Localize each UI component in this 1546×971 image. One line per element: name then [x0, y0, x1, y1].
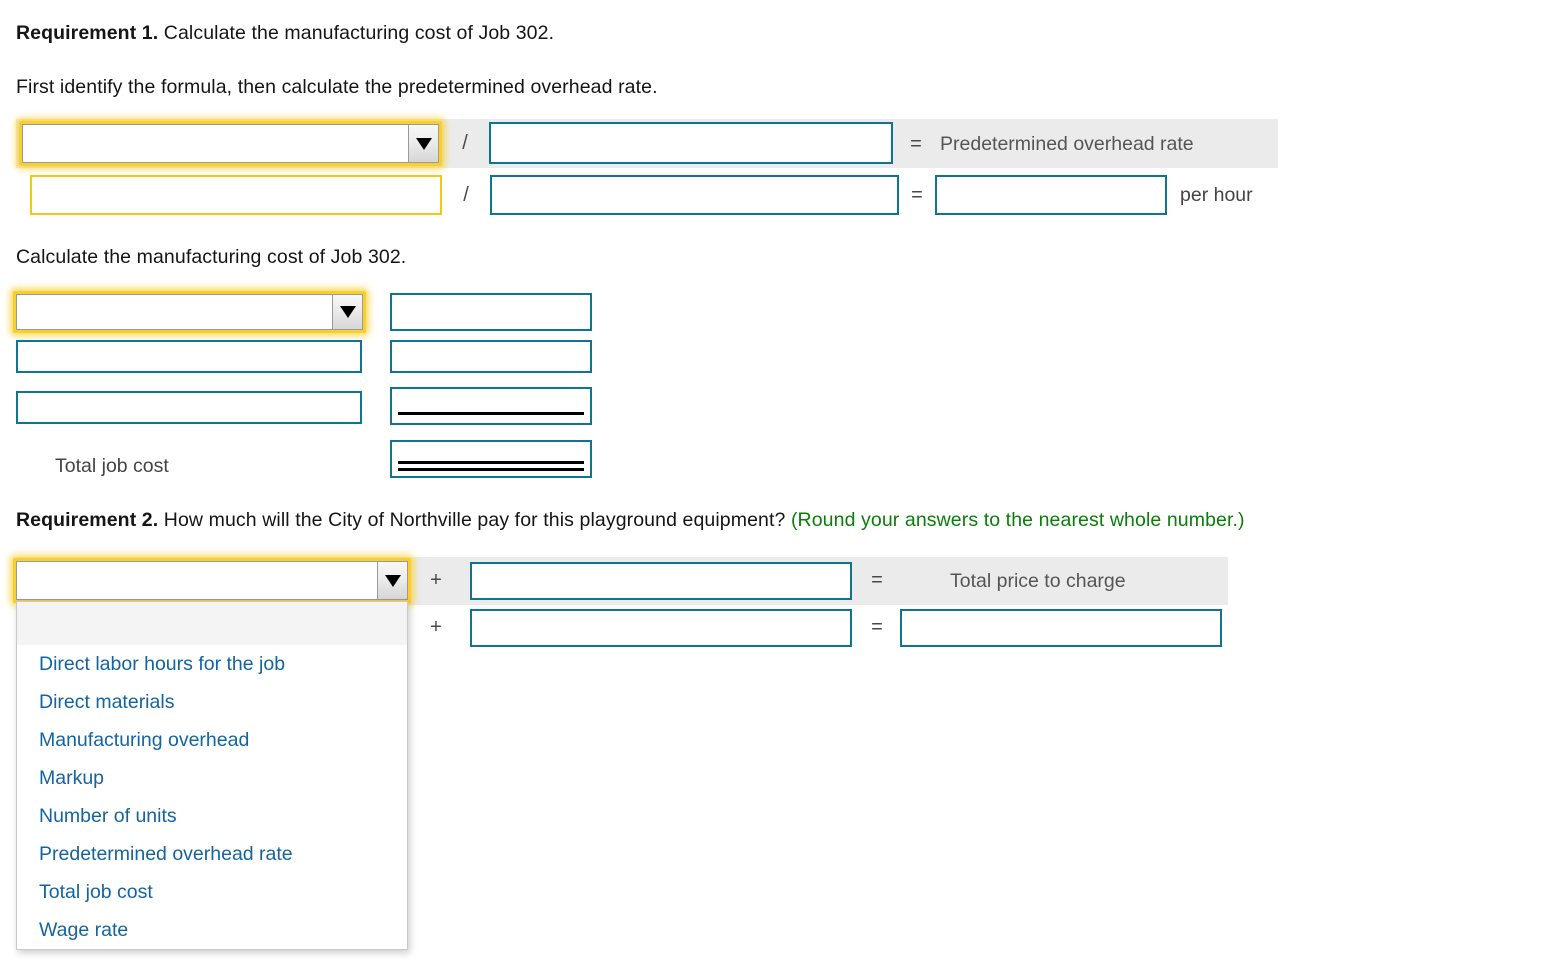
select-body[interactable]	[16, 294, 363, 330]
price-addend-input-row1[interactable]	[470, 562, 852, 600]
total-price-to-charge-label: Total price to charge	[950, 570, 1126, 592]
per-hour-label: per hour	[1180, 184, 1253, 206]
total-job-cost-label: Total job cost	[55, 455, 169, 477]
dropdown-option-manufacturing-overhead[interactable]: Manufacturing overhead	[17, 721, 407, 759]
formula-denominator-input-row1[interactable]	[489, 122, 893, 164]
requirement-1-heading: Requirement 1. Calculate the manufacturi…	[16, 22, 554, 45]
subtotal-rule	[398, 412, 584, 415]
requirement-1-heading-rest: Calculate the manufacturing cost of Job …	[158, 22, 555, 44]
price-addend-input-row2[interactable]	[470, 609, 852, 647]
dropdown-option-direct-labor-hours-for-the-job[interactable]: Direct labor hours for the job	[17, 645, 407, 683]
price-plus-symbol-row1: +	[430, 569, 442, 591]
job-cost-amount-2-input[interactable]	[390, 340, 592, 373]
predetermined-overhead-rate-input[interactable]	[935, 175, 1167, 215]
job-cost-line-1-select[interactable]	[13, 291, 366, 333]
predetermined-overhead-rate-label: Predetermined overhead rate	[940, 133, 1194, 155]
cost-section-instruction: Calculate the manufacturing cost of Job …	[16, 246, 407, 268]
formula-divide-symbol-row2: /	[463, 184, 469, 206]
formula-divide-symbol-row1: /	[462, 132, 468, 154]
job-cost-amount-3-input[interactable]	[390, 387, 592, 425]
chevron-down-icon[interactable]	[408, 125, 438, 162]
formula-equals-symbol-row2: =	[911, 184, 923, 206]
dropdown-option-direct-materials[interactable]: Direct materials	[17, 683, 407, 721]
dropdown-option-blank[interactable]	[17, 602, 407, 645]
requirement-2-heading-rest: How much will the City of Northville pay…	[158, 509, 791, 531]
total-job-cost-input[interactable]	[390, 440, 592, 478]
total-price-to-charge-input[interactable]	[900, 609, 1222, 647]
dropdown-option-wage-rate[interactable]: Wage rate	[17, 911, 407, 949]
job-cost-line-3-input[interactable]	[16, 391, 362, 424]
formula-numerator-input-row2[interactable]	[30, 175, 442, 215]
dropdown-option-markup[interactable]: Markup	[17, 759, 407, 797]
requirement-1-heading-bold: Requirement 1.	[16, 22, 159, 44]
requirement-2-heading-bold: Requirement 2.	[16, 509, 159, 531]
formula-equals-symbol-row1: =	[910, 133, 922, 155]
select-body[interactable]	[22, 124, 439, 163]
requirement-2-heading-note: (Round your answers to the nearest whole…	[790, 509, 1245, 531]
predetermined-overhead-formula-numerator-select[interactable]	[19, 121, 442, 166]
chevron-down-icon[interactable]	[332, 295, 362, 329]
dropdown-option-total-job-cost[interactable]: Total job cost	[17, 873, 407, 911]
chevron-down-icon[interactable]	[377, 562, 407, 599]
total-rule-lower	[398, 468, 584, 471]
select-body[interactable]	[16, 561, 408, 600]
requirement-2-heading: Requirement 2. How much will the City of…	[16, 509, 1245, 532]
total-price-formula-dropdown-list[interactable]: Direct labor hours for the job Direct ma…	[16, 601, 408, 950]
dropdown-option-number-of-units[interactable]: Number of units	[17, 797, 407, 835]
total-rule-upper	[398, 461, 584, 464]
total-price-formula-select[interactable]	[13, 558, 411, 603]
price-equals-symbol-row1: =	[871, 569, 883, 591]
job-cost-amount-1-input[interactable]	[390, 293, 592, 331]
job-cost-line-2-input[interactable]	[16, 340, 362, 373]
requirement-1-instruction: First identify the formula, then calcula…	[16, 76, 658, 98]
price-equals-symbol-row2: =	[871, 616, 883, 638]
formula-denominator-input-row2[interactable]	[490, 175, 899, 215]
dropdown-option-predetermined-overhead-rate[interactable]: Predetermined overhead rate	[17, 835, 407, 873]
price-plus-symbol-row2: +	[430, 616, 442, 638]
